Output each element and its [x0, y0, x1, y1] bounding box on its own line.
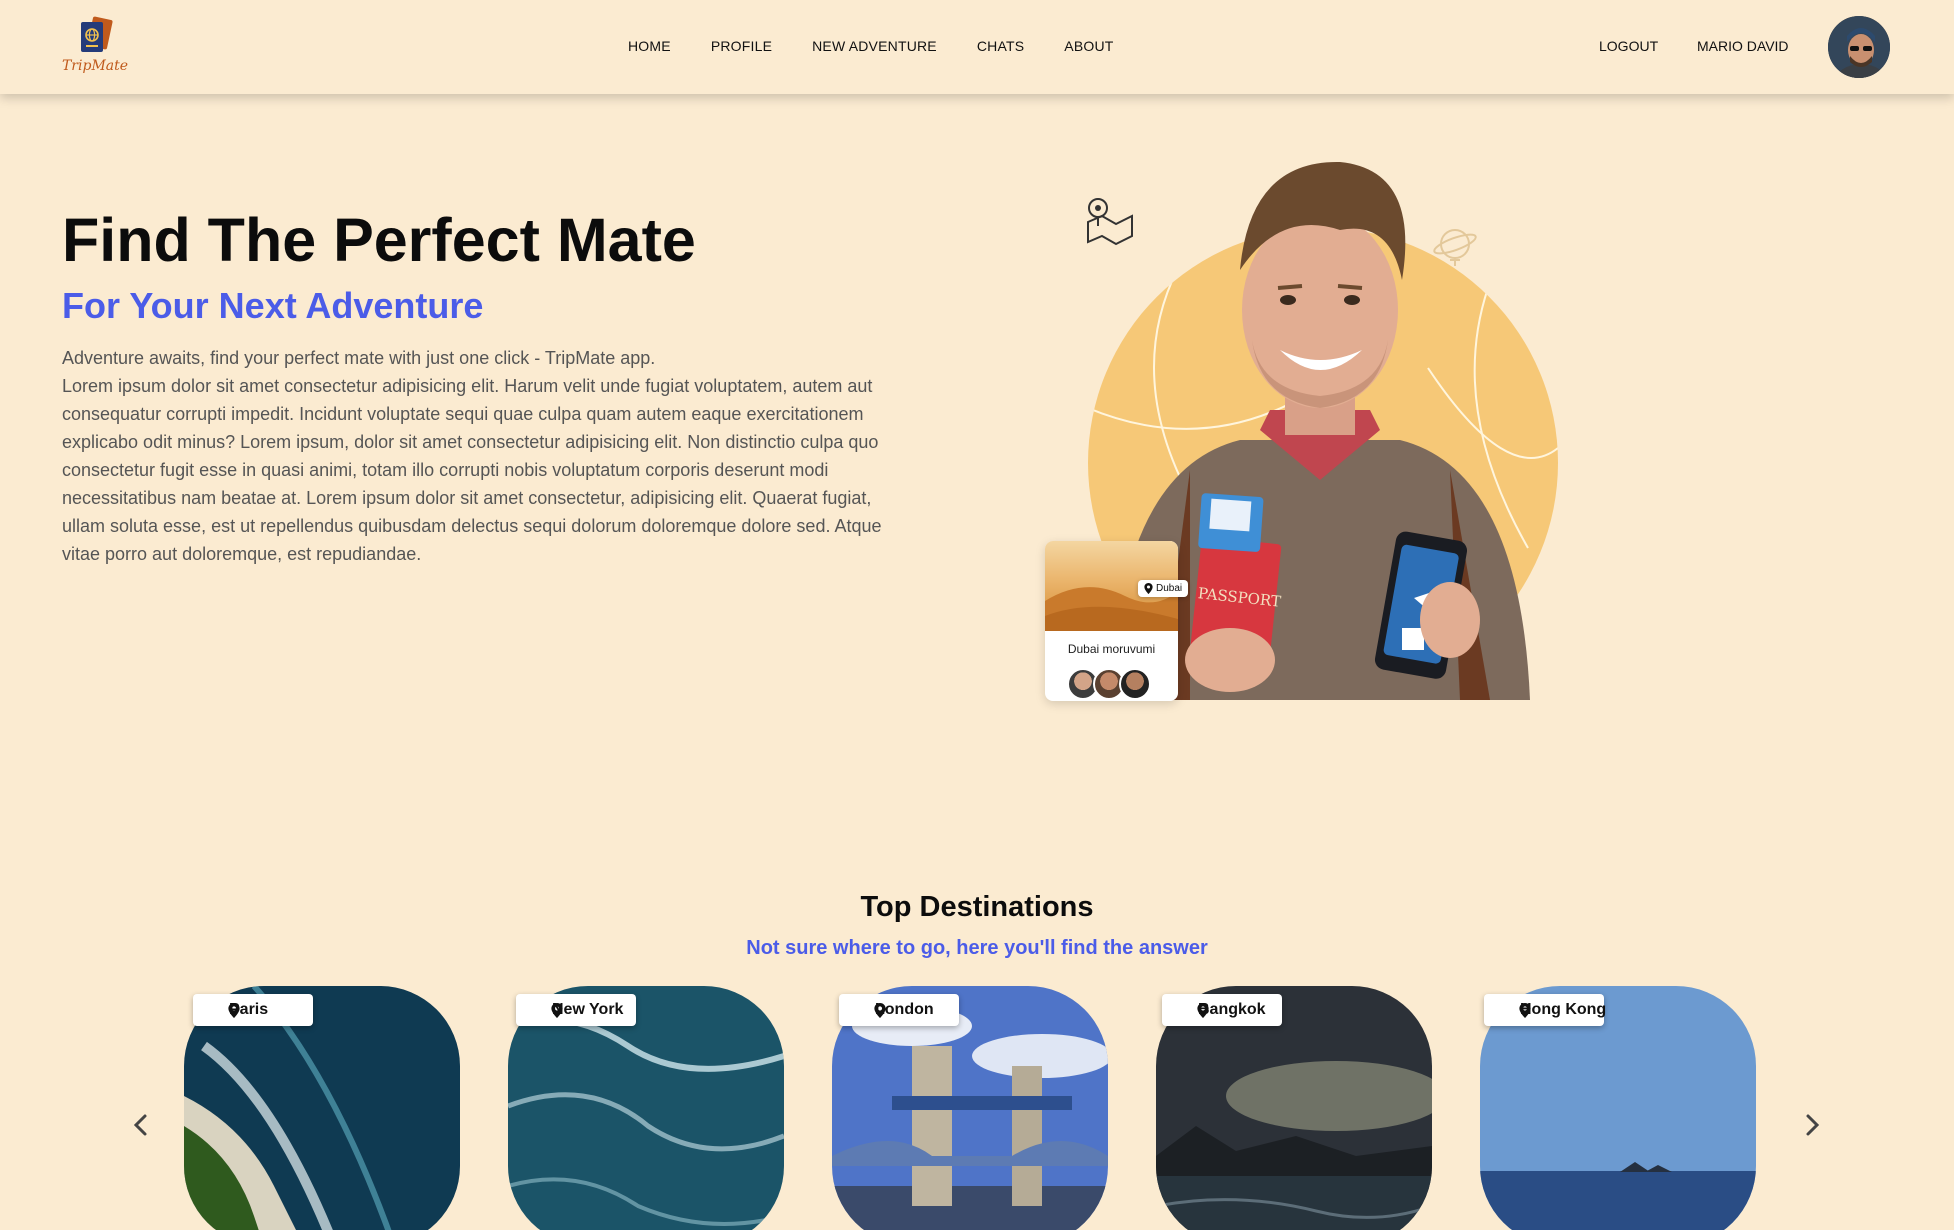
logout-link[interactable]: LOGOUT	[1599, 38, 1658, 54]
carousel-prev-arrow-icon[interactable]	[126, 1110, 156, 1140]
hero-description: Adventure awaits, find your perfect mate…	[62, 344, 902, 568]
main-nav: HOME PROFILE NEW ADVENTURE CHATS ABOUT	[628, 38, 1154, 54]
destinations-carousel: Paris New York London Bangkok Hong Kong	[184, 986, 1764, 1230]
location-pin-icon	[874, 1003, 886, 1018]
passport-logo-icon	[81, 16, 113, 52]
destination-pin-london[interactable]: London	[839, 994, 959, 1026]
nav-about[interactable]: ABOUT	[1064, 38, 1113, 54]
destination-pin-bangkok[interactable]: Bangkok	[1162, 994, 1282, 1026]
carousel-next-arrow-icon[interactable]	[1797, 1110, 1827, 1140]
user-avatar[interactable]	[1826, 14, 1892, 80]
location-badge-label: Dubai	[1156, 583, 1183, 594]
navbar: TripMate HOME PROFILE NEW ADVENTURE CHAT…	[0, 0, 1954, 94]
destination-pin-paris[interactable]: Paris	[193, 994, 313, 1026]
destinations-subtitle: Not sure where to go, here you'll find t…	[746, 937, 1208, 959]
hero-intro: Adventure awaits, find your perfect mate…	[62, 348, 656, 368]
location-pin-icon	[1519, 1003, 1531, 1018]
hero-title: Find The Perfect Mate	[62, 206, 696, 274]
nav-profile[interactable]: PROFILE	[711, 38, 772, 54]
featured-trip-card[interactable]: Dubai Dubai moruvumi	[1045, 541, 1189, 701]
destinations-title: Top Destinations	[860, 891, 1094, 923]
nav-chats[interactable]: CHATS	[977, 38, 1024, 54]
nav-new-adventure[interactable]: NEW ADVENTURE	[812, 38, 937, 54]
user-name-link[interactable]: MARIO DAVID	[1697, 38, 1789, 54]
destination-name: Hong Kong	[1520, 1001, 1607, 1018]
globe-icon	[1433, 229, 1477, 266]
location-badge: Dubai	[1138, 580, 1189, 597]
avatar-portrait	[1828, 16, 1890, 78]
destination-pin-new-york[interactable]: New York	[516, 994, 636, 1026]
map-pin-icon	[1087, 198, 1133, 246]
hero-subtitle: For Your Next Adventure	[62, 285, 484, 326]
location-pin-icon	[1144, 583, 1153, 594]
location-pin-icon	[551, 1003, 563, 1018]
trip-title: Dubai moruvumi	[1067, 642, 1156, 656]
hero-body: Lorem ipsum dolor sit amet consectetur a…	[62, 376, 882, 564]
logo[interactable]: TripMate	[60, 16, 130, 78]
location-pin-icon	[228, 1003, 240, 1018]
nav-home[interactable]: HOME	[628, 38, 671, 54]
participants-avatars	[1067, 668, 1151, 700]
location-pin-icon	[1197, 1003, 1209, 1018]
destination-pin-hong-kong[interactable]: Hong Kong	[1484, 994, 1607, 1026]
logo-text: TripMate	[61, 58, 129, 74]
participant-avatar[interactable]	[1119, 668, 1151, 700]
